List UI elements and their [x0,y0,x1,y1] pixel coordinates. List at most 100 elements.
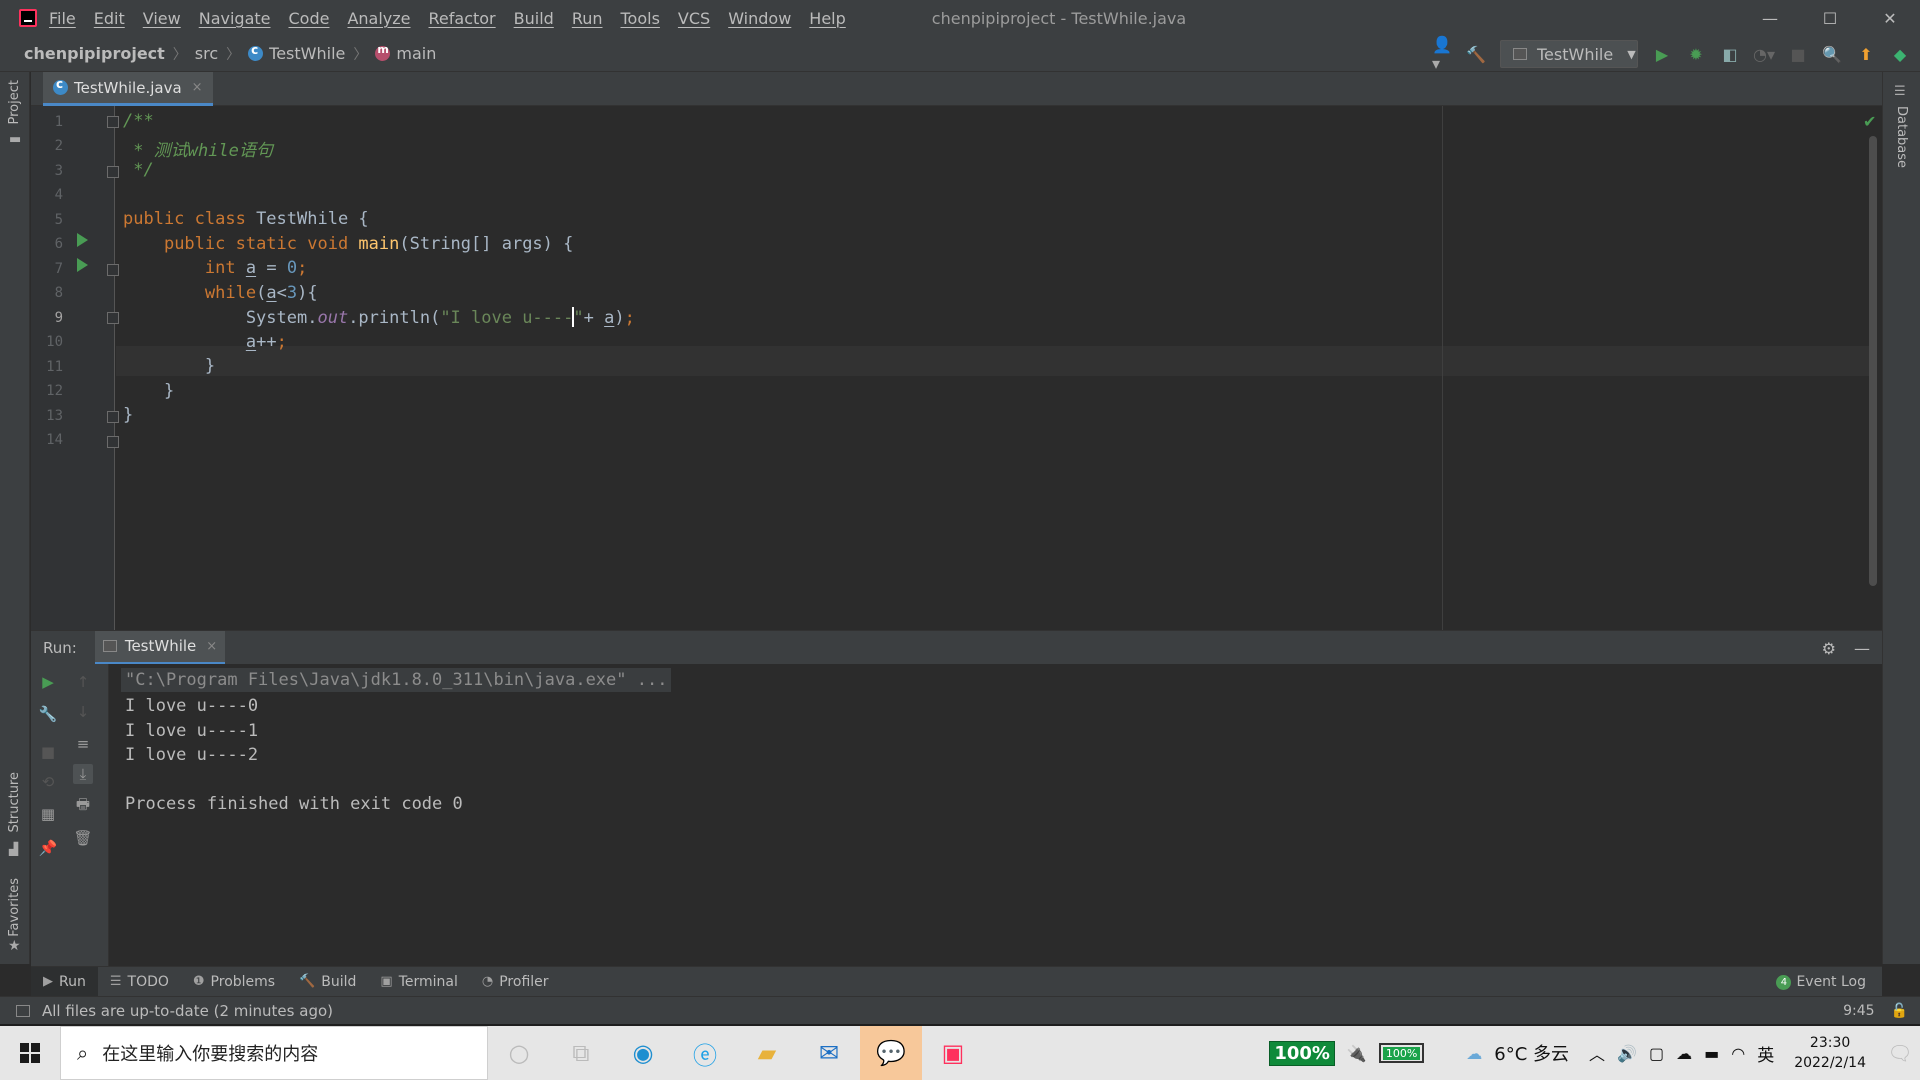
stop-icon[interactable]: ■ [1788,44,1808,64]
pin-icon[interactable]: 📌 [38,838,58,858]
search-icon[interactable]: 🔍 [1822,44,1842,64]
arrow-up-icon[interactable]: ↑ [73,672,93,692]
battery-indicator-2[interactable]: 100% [1378,1043,1425,1063]
caret-position[interactable]: 9:45 [1843,1003,1874,1019]
restore-layout-icon[interactable]: ⟲ [38,772,58,792]
run-play-icon[interactable]: ▶ [1652,44,1672,64]
menu-help[interactable]: Help [809,9,845,28]
ie-browser-icon[interactable]: ⓔ [674,1026,736,1080]
menu-edit[interactable]: Edit [94,9,125,28]
breadcrumb-src[interactable]: src [195,44,218,63]
run-main-gutter-icon[interactable] [77,258,88,272]
show-hidden-icons-icon[interactable]: ︿ [1589,1041,1605,1065]
fold-marker-icon[interactable] [107,312,119,324]
device-icon[interactable]: ▢ [1649,1044,1664,1063]
plugin-logo-icon[interactable]: ◆ [1890,44,1910,64]
inspection-ok-check-icon[interactable]: ✔ [1863,112,1876,131]
minimize-button[interactable]: — [1740,0,1800,36]
menu-analyze[interactable]: Analyze [347,9,410,28]
problems-tool-button[interactable]: ❶ Problems [181,967,287,997]
mail-icon[interactable]: ✉ [798,1026,860,1080]
menu-window[interactable]: Window [728,9,791,28]
menu-refactor[interactable]: Refactor [429,9,496,28]
database-tool-button[interactable]: Database [1894,106,1909,168]
run-tab-testwhile[interactable]: TestWhile × [94,630,226,665]
trash-icon[interactable]: 🗑 [73,828,93,848]
input-method[interactable]: 英 [1757,1041,1774,1066]
edge-browser-icon[interactable]: ◉ [612,1026,674,1080]
file-explorer-icon[interactable]: ▰ [736,1026,798,1080]
close-tab-icon[interactable]: × [192,80,203,95]
menu-run[interactable]: Run [572,9,603,28]
wrench-icon[interactable]: 🔧 [38,704,58,724]
editor-scrollbar[interactable] [1869,136,1877,586]
print-icon[interactable]: 🖶 [73,795,93,816]
power-plug-icon[interactable]: 🔌 [1347,1044,1367,1063]
wechat-icon[interactable]: 💬 [860,1026,922,1080]
favorites-tool-button[interactable]: Favorites [7,878,22,937]
gear-icon[interactable]: ⚙ [1822,639,1836,658]
project-tool-button[interactable]: Project [7,80,22,124]
notification-center-icon[interactable]: 🗨 [1880,1026,1920,1080]
wifi-icon[interactable]: ◠ [1731,1044,1745,1063]
taskbar-search[interactable]: ⌕ 在这里输入你要搜索的内容 [60,1026,488,1080]
fold-marker-icon[interactable] [107,436,119,448]
menu-build[interactable]: Build [514,9,554,28]
rerun-icon[interactable]: ▶ [38,672,58,692]
cortana-icon[interactable]: ○ [488,1026,550,1080]
build-tool-button[interactable]: 🔨 Build [287,967,368,997]
profiler-tool-button[interactable]: ◔ Profiler [470,967,561,997]
soft-wrap-icon[interactable]: ≡ [73,734,93,754]
weather-text[interactable]: 6°C 多云 [1494,1040,1569,1066]
structure-tool-button[interactable]: Structure [7,772,22,832]
run-tool-button[interactable]: ▶ Run [31,966,98,997]
battery-indicator[interactable]: 100% [1269,1040,1335,1066]
menu-file[interactable]: File [49,9,76,28]
task-view-icon[interactable]: ⧉ [550,1026,612,1080]
terminal-tool-button[interactable]: ▣ Terminal [368,967,469,997]
maximize-button[interactable]: ☐ [1800,0,1860,36]
volume-icon[interactable]: 🔊 [1617,1044,1637,1063]
onedrive-icon[interactable]: ☁ [1676,1044,1692,1063]
intellij-taskbar-icon[interactable]: ▣ [922,1026,984,1080]
menu-code[interactable]: Code [289,9,330,28]
hide-panel-icon[interactable]: — [1854,639,1870,658]
code-editor[interactable]: 1 2 3 4 5 6 7 8 9 10 11 12 13 14 /** * 测… [31,106,1882,630]
fold-marker-icon[interactable] [107,411,119,423]
run-configuration-select[interactable]: TestWhile ▼ [1500,40,1638,68]
scroll-to-end-icon[interactable]: ⤓ [73,764,93,784]
breadcrumb-class[interactable]: TestWhile [248,43,345,63]
coverage-icon[interactable]: ◧ [1720,44,1740,64]
battery-icon[interactable]: ▬ [1704,1044,1719,1063]
debug-bug-icon[interactable]: ✹ [1686,44,1706,64]
build-hammer-icon[interactable]: 🔨 [1466,44,1486,64]
status-message[interactable]: All files are up-to-date (2 minutes ago) [42,1002,333,1020]
toggle-tool-windows-icon[interactable] [16,1004,30,1017]
profile-icon[interactable]: ◔▾ [1753,44,1775,64]
clock[interactable]: 23:30 2022/2/14 [1794,1033,1866,1073]
menu-navigate[interactable]: Navigate [199,9,271,28]
update-icon[interactable]: ⬆ [1856,44,1876,64]
tab-testwhile-java[interactable]: TestWhile.java × [43,72,213,106]
menu-view[interactable]: View [143,9,181,28]
fold-marker-icon[interactable] [107,116,119,128]
run-console[interactable]: "C:\Program Files\Java\jdk1.8.0_311\bin\… [109,664,1882,966]
lock-icon[interactable]: 🔓 [1891,1003,1908,1019]
layout-icon[interactable]: ▦ [38,804,58,824]
breadcrumb-method[interactable]: main [375,43,436,63]
close-window-button[interactable]: ✕ [1860,0,1920,36]
console-command-line[interactable]: "C:\Program Files\Java\jdk1.8.0_311\bin\… [121,668,672,692]
fold-marker-icon[interactable] [107,166,119,178]
close-run-tab-icon[interactable]: × [206,639,217,654]
menu-vcs[interactable]: VCS [678,9,710,28]
user-dropdown-icon[interactable]: 👤▾ [1432,35,1452,73]
menu-tools[interactable]: Tools [621,9,660,28]
event-log-button[interactable]: 4 Event Log [1776,967,1866,997]
fold-marker-icon[interactable] [107,264,119,276]
run-class-gutter-icon[interactable] [77,233,88,247]
breadcrumb-project[interactable]: chenpipiproject [24,44,165,63]
start-button[interactable] [0,1026,60,1080]
arrow-down-icon[interactable]: ↓ [73,702,93,722]
stop-icon[interactable]: ■ [38,742,58,762]
todo-tool-button[interactable]: ☰ TODO [98,967,181,997]
